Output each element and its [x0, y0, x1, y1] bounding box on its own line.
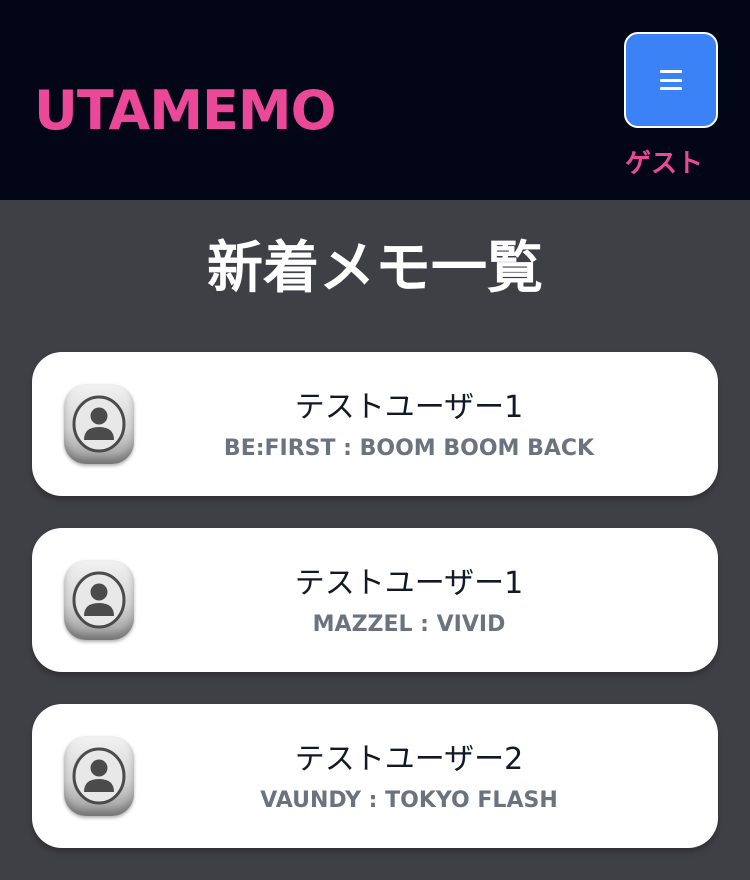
memo-user-name: テストユーザー1: [294, 566, 524, 601]
memo-song: VAUNDY : TOKYO FLASH: [260, 788, 558, 813]
page-title: 新着メモ一覧: [207, 236, 543, 301]
user-avatar-icon: [64, 736, 134, 816]
memo-card[interactable]: テストユーザー2 VAUNDY : TOKYO FLASH: [32, 704, 718, 848]
memo-text: テストユーザー1 BE:FIRST : BOOM BOOM BACK: [202, 386, 616, 466]
memo-user-name: テストユーザー1: [294, 390, 524, 425]
memo-song: MAZZEL : VIVID: [312, 612, 506, 637]
app-logo[interactable]: UTAMEMO: [34, 78, 337, 144]
hamburger-icon: [660, 70, 682, 90]
memo-card[interactable]: テストユーザー1 MAZZEL : VIVID: [32, 528, 718, 672]
main-content: 新着メモ一覧 テストユーザー1 BE:FIRST : BOOM BOOM BAC…: [0, 200, 750, 860]
memo-text: テストユーザー1 MAZZEL : VIVID: [202, 562, 616, 642]
memo-user-name: テストユーザー2: [294, 742, 524, 777]
user-avatar-icon: [64, 384, 134, 464]
user-avatar-icon: [64, 560, 134, 640]
memo-song: BE:FIRST : BOOM BOOM BACK: [223, 436, 595, 461]
memo-card[interactable]: テストユーザー1 BE:FIRST : BOOM BOOM BACK: [32, 352, 718, 496]
menu-button[interactable]: [624, 32, 718, 128]
memo-text: テストユーザー2 VAUNDY : TOKYO FLASH: [202, 738, 616, 818]
memo-list: テストユーザー1 BE:FIRST : BOOM BOOM BACK テストユー…: [32, 352, 718, 880]
app-header: UTAMEMO ゲスト: [0, 0, 750, 200]
user-name: ゲスト: [624, 149, 703, 179]
